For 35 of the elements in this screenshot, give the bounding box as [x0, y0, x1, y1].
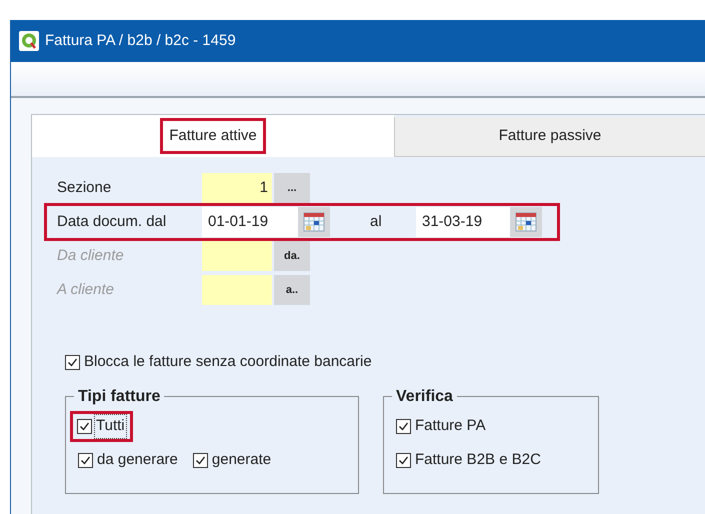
checkbox[interactable]: [192, 453, 208, 468]
window-title: Fattura PA / b2b / b2c - 1459: [45, 30, 236, 51]
checkbox[interactable]: [65, 354, 80, 370]
calendar-button[interactable]: [510, 207, 542, 237]
calendar-icon: [303, 212, 325, 232]
check-icon: [67, 356, 78, 368]
check-icon: [398, 421, 409, 432]
check-icon: [79, 421, 90, 432]
checkbox-label: Tutti: [95, 415, 126, 438]
field-label: Da cliente: [57, 246, 125, 266]
checkbox[interactable]: [77, 419, 92, 434]
date-field[interactable]: 01-01-19: [202, 207, 298, 237]
check-icon: [80, 455, 91, 466]
checkbox-label: da generare: [96, 450, 179, 470]
input-field[interactable]: 1: [202, 173, 272, 203]
check-icon: [398, 455, 409, 466]
field-label: Data docum. dal: [57, 212, 168, 232]
app-logo-icon: [19, 31, 39, 51]
date-field[interactable]: 31-03-19: [416, 207, 510, 237]
checkbox-label: Fatture PA: [414, 416, 487, 436]
lookup-button[interactable]: ...: [274, 173, 310, 203]
checkbox[interactable]: [78, 453, 93, 468]
checkbox-label: Fatture B2B e B2C: [414, 450, 542, 470]
tab[interactable]: Fatture passive: [394, 117, 705, 157]
checkbox-label: Blocca le fatture senza coordinate bancarie: [83, 352, 373, 372]
calendar-button[interactable]: [298, 207, 330, 237]
checkbox-label: generate: [210, 450, 272, 470]
field-label: Sezione: [57, 178, 112, 198]
tab[interactable]: Fatture attive: [32, 115, 394, 157]
check-icon: [194, 455, 206, 466]
checkbox[interactable]: [396, 419, 411, 434]
calendar-icon: [515, 212, 537, 232]
field-label: al: [370, 212, 383, 232]
field-label: A cliente: [57, 280, 115, 300]
checkbox[interactable]: [396, 453, 411, 468]
